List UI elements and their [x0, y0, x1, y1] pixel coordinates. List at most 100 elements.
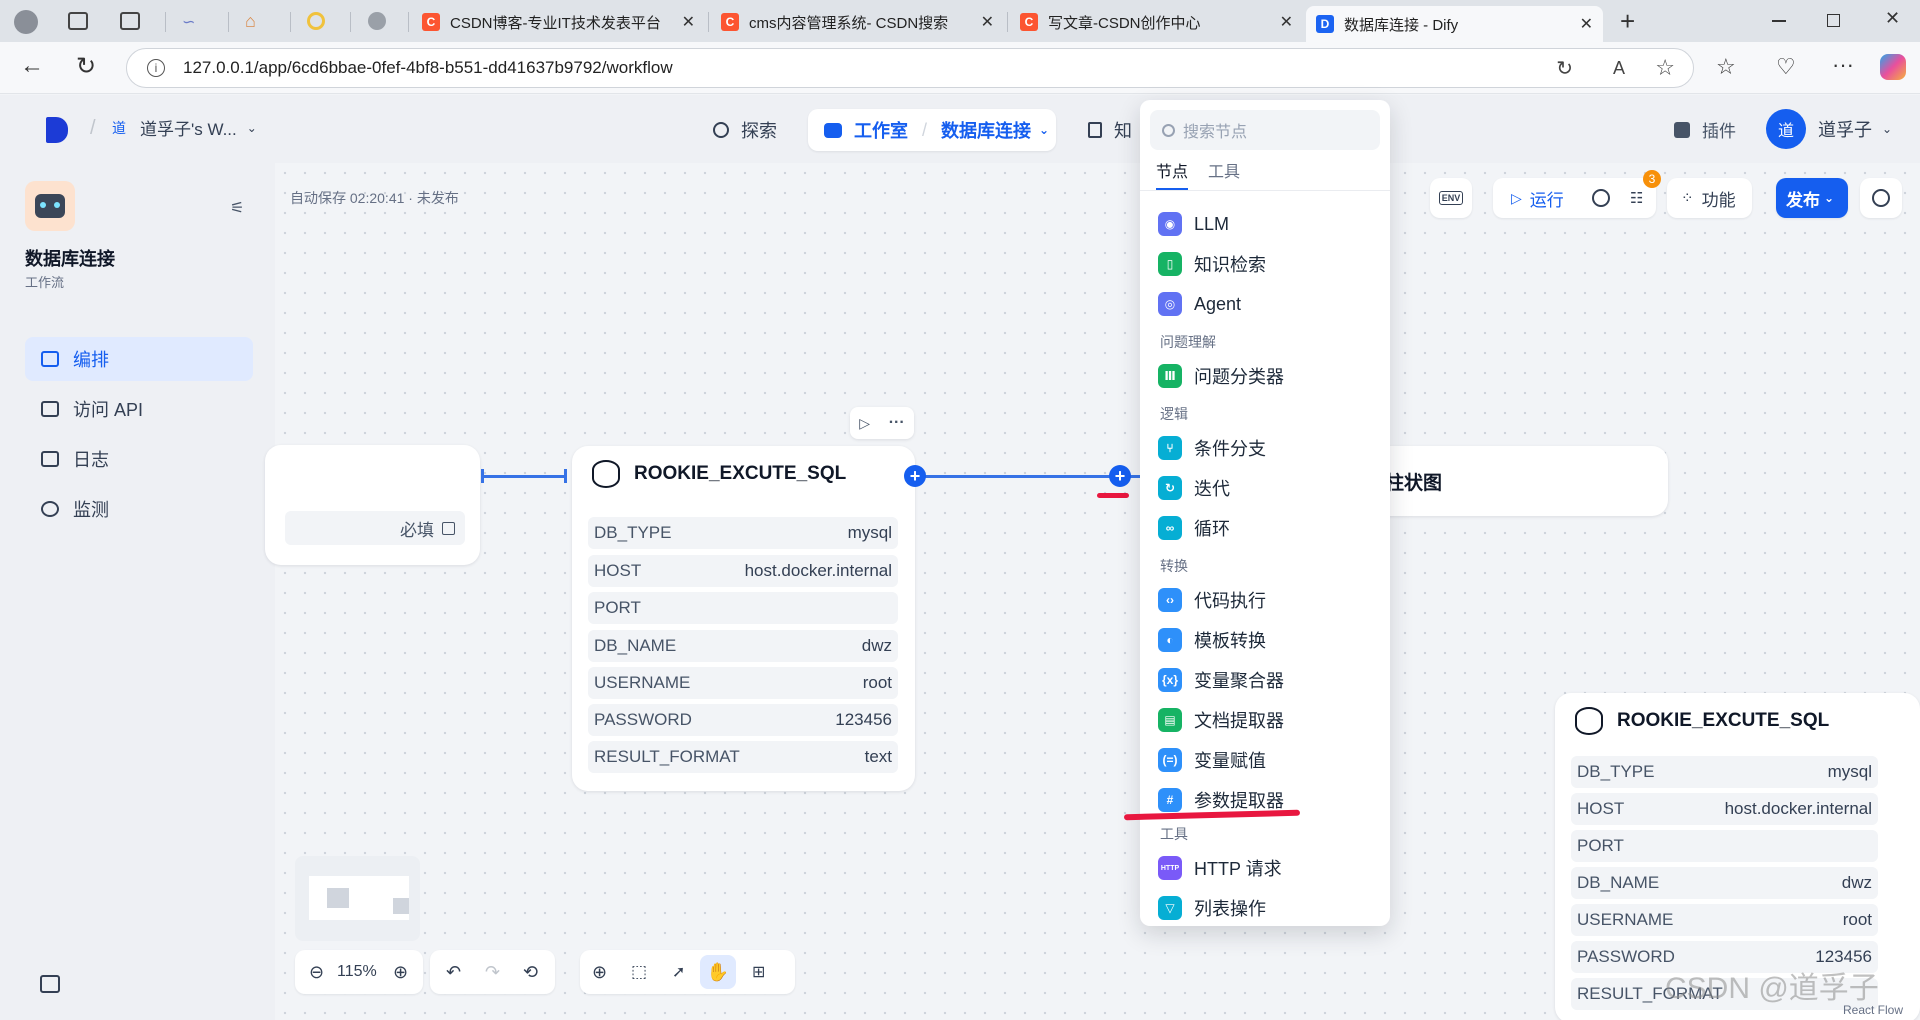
profile-icon[interactable] [14, 10, 38, 34]
sidebar-item-monitor[interactable]: 监测 [25, 487, 253, 531]
pinned-tab-icon[interactable]: ⌂ [245, 11, 265, 31]
favorite-star-icon[interactable]: ☆ [1655, 55, 1675, 81]
node-option-iteration[interactable]: ↻ 迭代 [1158, 470, 1230, 506]
add-node-button[interactable]: + [1109, 465, 1131, 487]
node-option-list[interactable]: ▽ 列表操作 [1158, 890, 1266, 926]
iteration-icon: ↻ [1158, 476, 1182, 500]
url-field[interactable]: i 127.0.0.1/app/6cd6bbae-0fef-4bf8-b551-… [126, 48, 1694, 88]
close-icon[interactable]: ✕ [981, 12, 994, 32]
redo-icon[interactable]: ↷ [485, 962, 500, 983]
close-icon[interactable]: ✕ [1580, 14, 1593, 34]
run-button[interactable]: ▷ 运行 [1493, 186, 1564, 211]
nav-knowledge[interactable]: 知 [1088, 117, 1132, 143]
user-menu[interactable]: 道 道孚子 ⌄ [1766, 109, 1892, 149]
hand-icon[interactable]: ✋ [700, 955, 736, 989]
zoom-controls: ⊖ 115% ⊕ [295, 950, 423, 994]
tab-actions-icon[interactable] [120, 12, 140, 30]
node-option-knowledge[interactable]: ▯ 知识检索 [1158, 246, 1266, 282]
node-option-if-else[interactable]: ⑂ 条件分支 [1158, 430, 1266, 466]
browser-tab[interactable]: C CSDN博客-专业IT技术发表平台 ✕ [412, 6, 705, 38]
add-block-icon[interactable]: ⊕ [592, 962, 607, 983]
more-icon[interactable]: ··· [1832, 52, 1854, 78]
node-option-template[interactable]: ◐ 模板转换 [1158, 622, 1266, 658]
add-note-icon[interactable]: ⬚ [631, 962, 647, 982]
nav-explore[interactable]: 探索 [713, 117, 777, 143]
node-option-http[interactable]: HTTP HTTP 请求 [1158, 850, 1282, 886]
collapse-sidebar-icon[interactable] [40, 975, 60, 993]
play-icon[interactable]: ▷ [859, 415, 870, 432]
minimap[interactable] [295, 856, 420, 941]
maximize-icon[interactable] [1827, 14, 1840, 27]
required-field: 必填 [285, 511, 465, 545]
organize-icon[interactable]: ⊞ [752, 962, 765, 982]
param-row: USERNAME root [1571, 904, 1878, 936]
url-text[interactable]: 127.0.0.1/app/6cd6bbae-0fef-4bf8-b551-dd… [183, 58, 673, 78]
sidebar-item-logs[interactable]: 日志 [25, 437, 253, 481]
add-node-button[interactable]: + [904, 465, 926, 487]
undo-icon[interactable]: ↶ [446, 962, 461, 983]
node-option-doc-extractor[interactable]: ▤ 文档提取器 [1158, 702, 1284, 738]
new-tab-button[interactable]: + [1620, 6, 1635, 37]
copilot-icon[interactable] [1880, 54, 1906, 80]
close-window-icon[interactable]: ✕ [1885, 8, 1900, 29]
start-node[interactable]: 必填 [265, 445, 480, 565]
refresh-icon[interactable]: ↻ [76, 52, 96, 81]
edge-handle [481, 469, 484, 483]
node-option-aggregator[interactable]: {x} 变量聚合器 [1158, 662, 1284, 698]
pinned-tab-icon[interactable]: ∽ [182, 12, 202, 31]
health-icon[interactable]: ♡ [1776, 54, 1796, 80]
sidebar-item-orchestrate[interactable]: 编排 [25, 337, 253, 381]
minimize-icon[interactable] [1772, 20, 1786, 22]
more-icon[interactable]: ··· [889, 414, 905, 432]
sidebar-item-api[interactable]: 访问 API [25, 387, 253, 431]
monitor-icon [41, 501, 59, 517]
node-option-code[interactable]: ‹› 代码执行 [1158, 582, 1266, 618]
version-history-button[interactable] [1860, 178, 1902, 218]
robot-icon [824, 122, 842, 138]
tab-tools[interactable]: 工具 [1208, 158, 1240, 182]
node-option-classifier[interactable]: Ⅲ 问题分类器 [1158, 358, 1284, 394]
pinned-tab-icon[interactable] [307, 12, 325, 30]
browser-tab[interactable]: C cms内容管理系统- CSDN搜索 ✕ [711, 6, 1004, 38]
history-icon[interactable] [1592, 189, 1610, 207]
env-button[interactable]: ENV [1430, 178, 1472, 218]
node-option-loop[interactable]: ∞ 循环 [1158, 510, 1230, 546]
tab-nodes[interactable]: 节点 [1156, 158, 1189, 190]
browser-tab-active[interactable]: D 数据库连接 - Dify ✕ [1306, 6, 1603, 42]
tool-node[interactable]: ROOKIE_EXCUTE_SQL DB_TYPE mysql HOST host.… [572, 446, 915, 791]
close-icon[interactable]: ✕ [682, 12, 695, 32]
features-button[interactable]: ⁘ 功能 [1667, 178, 1752, 218]
node-option-llm[interactable]: ◉ LLM [1158, 206, 1229, 242]
csdn-icon: C [721, 13, 739, 31]
publish-button[interactable]: 发布 ⌄ [1776, 178, 1848, 218]
param-row: RESULT_FORMAT text [588, 741, 898, 773]
pointer-icon[interactable]: ➚ [672, 962, 685, 982]
autosave-status: 自动保存 02:20:41 · 未发布 [290, 190, 459, 206]
zoom-level[interactable]: 115% [337, 963, 377, 981]
history-icon[interactable]: ⟲ [523, 962, 538, 983]
pinned-tab-icon[interactable] [368, 12, 386, 30]
nav-studio[interactable]: 工作室 / 数据库连接 ⌄ [808, 109, 1056, 151]
read-aloud-icon[interactable]: A [1613, 58, 1625, 79]
zoom-out-icon[interactable]: ⊖ [309, 962, 324, 983]
workspace-selector[interactable]: 道 道孚子's W... ⌄ [112, 115, 257, 140]
node-option-assigner[interactable]: (=) 变量赋值 [1158, 742, 1266, 778]
info-icon[interactable]: i [147, 59, 165, 77]
reader-icon[interactable]: ↻ [1556, 56, 1573, 81]
dify-logo[interactable] [46, 117, 68, 143]
browser-tab[interactable]: C 写文章-CSDN创作中心 ✕ [1010, 6, 1303, 38]
settings-sliders-icon[interactable]: ⚟ [230, 198, 244, 218]
nav-plugins[interactable]: 插件 [1674, 117, 1736, 142]
search-field[interactable]: 搜索节点 [1150, 110, 1380, 150]
back-icon[interactable]: ← [20, 52, 44, 80]
workspaces-icon[interactable] [68, 12, 88, 30]
close-icon[interactable]: ✕ [1280, 12, 1293, 32]
aggregator-icon: {x} [1158, 668, 1182, 692]
zoom-in-icon[interactable]: ⊕ [393, 962, 408, 983]
node-option-agent[interactable]: ◎ Agent [1158, 286, 1241, 322]
app-selector[interactable]: 数据库连接 [941, 117, 1031, 143]
checklist-icon[interactable]: ☷ [1630, 189, 1643, 207]
favorites-icon[interactable]: ☆ [1716, 54, 1736, 80]
group-label: 转换 [1160, 558, 1188, 574]
workflow-canvas[interactable]: 自动保存 02:20:41 · 未发布 ENV ▷ 运行 ☷ 3 ⁘ 功能 发布… [265, 163, 1920, 1020]
